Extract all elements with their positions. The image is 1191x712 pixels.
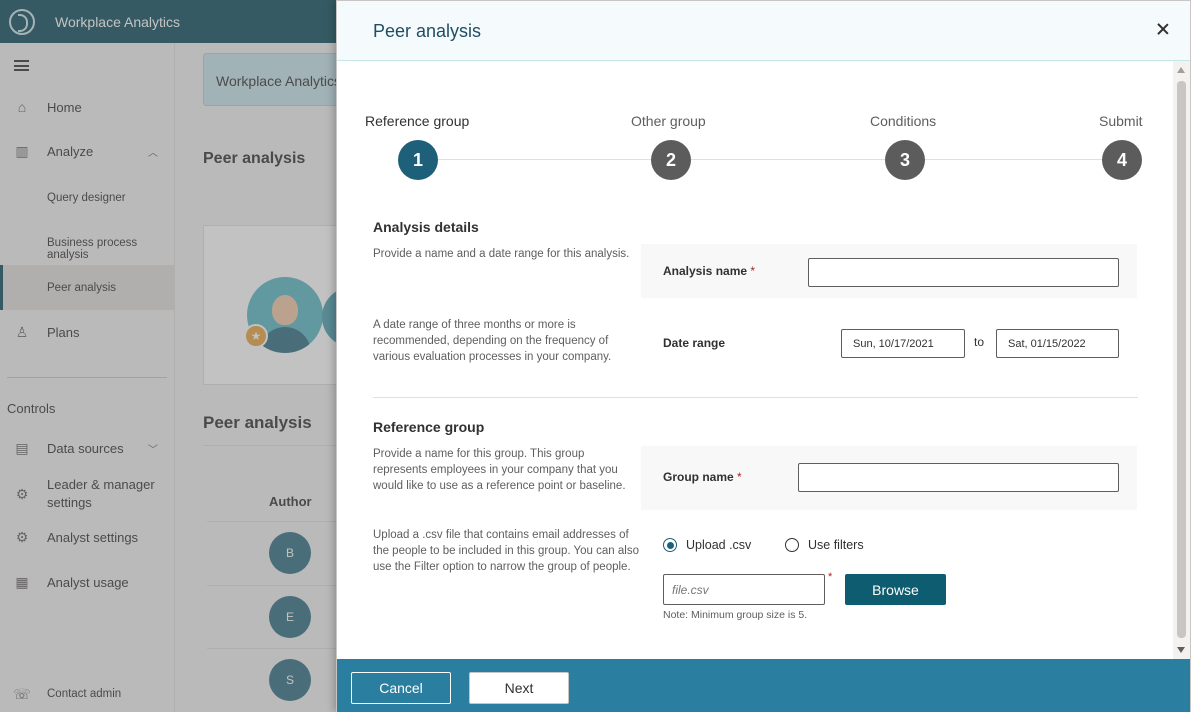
use-filters-radio[interactable]: Use filters bbox=[785, 538, 864, 552]
close-icon[interactable] bbox=[1153, 19, 1173, 39]
date-range-label: Date range bbox=[663, 336, 726, 350]
panel-footer: Cancel Next bbox=[337, 659, 1190, 712]
upload-description: Upload a .csv file that contains email a… bbox=[373, 529, 639, 573]
analysis-name-label: Analysis name * bbox=[663, 264, 756, 278]
vertical-scrollbar[interactable] bbox=[1173, 61, 1190, 659]
radio-checked-icon bbox=[663, 538, 677, 552]
group-name-input[interactable] bbox=[798, 463, 1119, 492]
reference-group-heading: Reference group bbox=[373, 419, 485, 435]
step-3-indicator[interactable]: 3 bbox=[885, 140, 925, 180]
step-2-label: Other group bbox=[631, 113, 706, 129]
use-filters-label: Use filters bbox=[808, 538, 864, 552]
step-3-label: Conditions bbox=[870, 113, 937, 129]
next-button[interactable]: Next bbox=[469, 672, 569, 704]
panel-title: Peer analysis bbox=[373, 21, 482, 41]
required-marker: * bbox=[828, 571, 833, 583]
step-4-indicator[interactable]: 4 bbox=[1102, 140, 1142, 180]
modal-overlay[interactable] bbox=[0, 0, 336, 712]
upload-csv-label: Upload .csv bbox=[686, 538, 752, 552]
peer-analysis-panel: Peer analysis Reference group 1 Other gr… bbox=[336, 0, 1191, 712]
end-date-picker[interactable]: Sat, 01/15/2022 bbox=[996, 329, 1119, 358]
step-1-label: Reference group bbox=[365, 113, 470, 129]
stepper-connector bbox=[691, 159, 885, 160]
step-4-label: Submit bbox=[1099, 113, 1143, 129]
stepper-connector bbox=[438, 159, 651, 160]
step-1-indicator[interactable]: 1 bbox=[398, 140, 438, 180]
analysis-name-input[interactable] bbox=[808, 258, 1119, 287]
scrollbar-thumb[interactable] bbox=[1177, 81, 1186, 638]
browse-button[interactable]: Browse bbox=[845, 574, 946, 605]
scroll-down-arrow-icon[interactable] bbox=[1177, 647, 1185, 653]
start-date-picker[interactable]: Sun, 10/17/2021 bbox=[841, 329, 965, 358]
step-2-indicator[interactable]: 2 bbox=[651, 140, 691, 180]
group-name-description: Provide a name for this group. This grou… bbox=[373, 448, 626, 492]
scroll-up-arrow-icon[interactable] bbox=[1177, 67, 1185, 73]
cancel-button[interactable]: Cancel bbox=[351, 672, 451, 704]
csv-file-input[interactable] bbox=[663, 574, 825, 605]
analysis-details-heading: Analysis details bbox=[373, 219, 479, 235]
date-range-to-label: to bbox=[974, 335, 985, 349]
section-divider bbox=[373, 397, 1138, 398]
date-range-description: A date range of three months or more is … bbox=[373, 319, 612, 363]
panel-header: Peer analysis bbox=[337, 1, 1190, 61]
upload-csv-radio[interactable]: Upload .csv bbox=[663, 538, 751, 552]
analysis-name-description: Provide a name and a date range for this… bbox=[373, 248, 630, 260]
min-group-size-note: Note: Minimum group size is 5. bbox=[663, 609, 808, 621]
stepper-connector bbox=[925, 159, 1102, 160]
group-name-label: Group name * bbox=[663, 470, 742, 484]
radio-unchecked-icon bbox=[785, 538, 799, 552]
